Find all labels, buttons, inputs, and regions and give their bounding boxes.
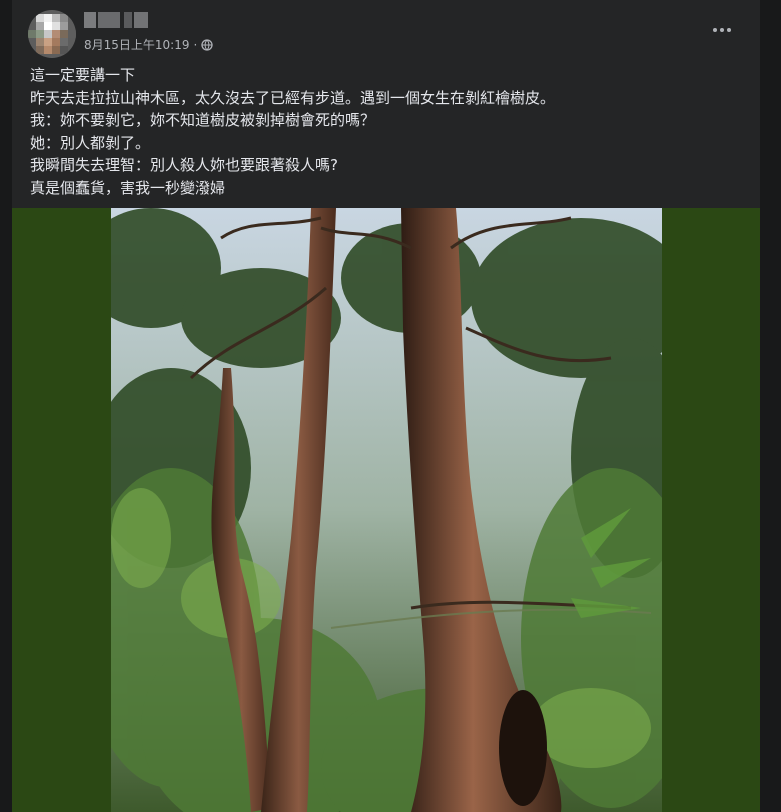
post-line: 真是個蠢貨，害我一秒變潑婦 [30,178,226,197]
globe-icon[interactable] [201,38,213,51]
forest-photo[interactable] [111,208,662,812]
more-options-icon[interactable] [710,18,734,42]
author-name-blur [84,12,148,28]
meta-separator: · [193,37,198,52]
timestamp[interactable]: 8月15日上午10:19 [84,36,190,53]
post-meta: 8月15日上午10:19 · [84,36,213,53]
post-line: 昨天去走拉拉山神木區，太久沒去了已經有步道。遇到一個女生在剝紅檜樹皮。 [30,88,556,107]
post-line: 我：妳不要剝它，妳不知道樹皮被剝掉樹會死的嗎？ [30,111,376,129]
post-line: 她：別人都剝了。 [30,133,151,152]
photo-container[interactable] [12,208,760,812]
giant-cypress-trees-image [111,208,662,812]
post-line: 我瞬間失去理智：別人殺人妳也要跟著殺人嗎? [30,156,338,174]
post-header: 8月15日上午10:19 · [12,0,760,60]
avatar[interactable] [28,10,76,58]
post-text: 這一定要講一下 昨天去走拉拉山神木區，太久沒去了已經有步道。遇到一個女生在剝紅檜… [30,64,750,199]
post-line: 這一定要講一下 [30,66,136,84]
post-card: 8月15日上午10:19 · 這一定要講一下 昨天去走拉拉山神木區，太久沒去了已… [12,0,760,812]
